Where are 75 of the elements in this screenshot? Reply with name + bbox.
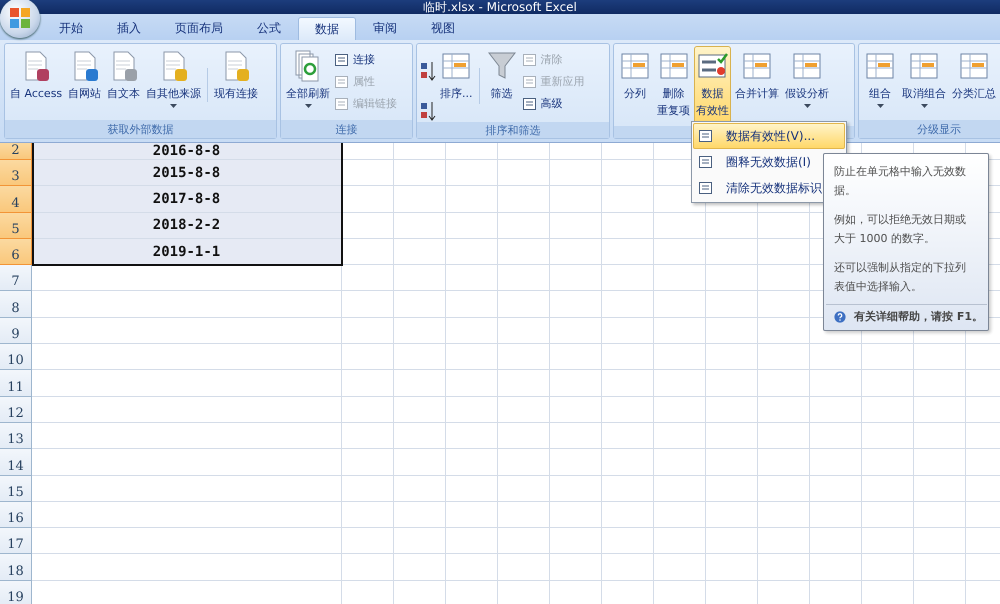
small-sheet-icon xyxy=(334,74,350,90)
row-header[interactable]: 7 xyxy=(0,265,32,292)
ribbon-button[interactable]: 自文本 xyxy=(105,46,142,120)
ribbon-button[interactable]: 假设分析 xyxy=(783,46,831,126)
caret-icon xyxy=(304,104,312,108)
row-header[interactable]: 9 xyxy=(0,318,32,344)
ribbon-tab[interactable]: 视图 xyxy=(414,16,472,40)
ribbon-tab[interactable]: 审阅 xyxy=(356,16,414,40)
row-header[interactable]: 5 xyxy=(0,212,32,239)
tooltip-text: 还可以强制从指定的下拉列表值中选择输入。 xyxy=(834,260,967,295)
table-cell: 2018-2-2 xyxy=(32,212,342,239)
row-header[interactable]: 2 xyxy=(0,143,32,160)
row-header[interactable]: 14 xyxy=(0,449,32,476)
small-sheet-icon xyxy=(522,96,538,112)
small-sheet-icon xyxy=(334,96,350,112)
row-header[interactable]: 15 xyxy=(0,476,32,502)
table-cell: 2019-1-1 xyxy=(32,238,342,266)
ribbon-button[interactable]: 删除 重复项 xyxy=(655,46,692,126)
ribbon-button[interactable]: 取消组合 xyxy=(900,46,948,120)
row-header[interactable]: 19 xyxy=(0,580,32,604)
row-header[interactable]: 6 xyxy=(0,238,32,266)
window-title: 临时.xlsx - Microsoft Excel xyxy=(423,0,577,14)
row-header[interactable]: 10 xyxy=(0,344,32,370)
sheet-icon xyxy=(698,154,714,170)
group-label: 获取外部数据 xyxy=(5,120,276,138)
ribbon-button[interactable]: 自网站 xyxy=(66,46,104,120)
ribbon-button[interactable]: 合并计算 xyxy=(733,46,781,126)
ribbon-small-button[interactable]: 连接 xyxy=(334,50,397,69)
caret-icon xyxy=(170,104,178,108)
group-label: 连接 xyxy=(281,120,412,138)
menu-item[interactable]: 数据有效性(V)... xyxy=(693,123,845,149)
sort-icon[interactable] xyxy=(420,60,436,82)
caret-icon xyxy=(804,104,810,108)
row-header[interactable]: 13 xyxy=(0,422,32,450)
ribbon-button[interactable]: 现有连接 xyxy=(212,46,260,120)
ribbon-tab[interactable]: 公式 xyxy=(240,16,298,40)
small-sheet-icon xyxy=(522,74,538,90)
small-sheet-icon xyxy=(334,52,350,68)
caret-icon xyxy=(920,104,928,108)
ribbon-button[interactable]: 组合 xyxy=(862,46,898,120)
table-cell: 2015-8-8 xyxy=(32,160,342,186)
row-header[interactable]: 16 xyxy=(0,502,32,528)
row-header[interactable]: 3 xyxy=(0,160,32,186)
row-header[interactable]: 11 xyxy=(0,370,32,397)
ribbon-button[interactable]: 全部刷新 xyxy=(284,46,332,120)
row-header[interactable]: 8 xyxy=(0,291,32,318)
ribbon-button[interactable]: 自其他来源 xyxy=(144,46,204,120)
help-icon xyxy=(834,310,846,324)
row-header[interactable]: 4 xyxy=(0,186,32,213)
sheet-icon xyxy=(698,128,714,144)
ribbon-tab[interactable]: 开始 xyxy=(42,16,100,40)
sheet-icon xyxy=(698,180,714,196)
ribbon-button[interactable]: 分类汇总 xyxy=(950,46,998,120)
ribbon-button[interactable]: 筛选 xyxy=(484,46,520,122)
row-header[interactable]: 17 xyxy=(0,528,32,554)
small-sheet-icon xyxy=(522,52,538,68)
ribbon-small-button[interactable]: 高级 xyxy=(522,94,584,113)
ribbon-button[interactable]: 自 Access xyxy=(8,46,64,120)
row-header[interactable]: 18 xyxy=(0,554,32,581)
tooltip-text: 防止在单元格中输入无效数据。 xyxy=(834,164,967,199)
sort-icon[interactable] xyxy=(420,100,436,122)
row-header[interactable]: 12 xyxy=(0,396,32,423)
tooltip-text: 例如，可以拒绝无效日期或大于 1000 的数字。 xyxy=(834,212,967,247)
table-cell: 2016-8-8 xyxy=(32,143,342,160)
table-cell: 2017-8-8 xyxy=(32,186,342,213)
ribbon-tab[interactable]: 页面布局 xyxy=(158,16,240,40)
group-label: 分级显示 xyxy=(859,120,1000,138)
office-logo-icon xyxy=(9,7,31,29)
help-hint: 有关详细帮助，请按 F1。 xyxy=(854,309,983,324)
ribbon-tab[interactable]: 插入 xyxy=(100,16,158,40)
caret-icon xyxy=(876,104,884,108)
ribbon-button[interactable]: 排序... xyxy=(438,46,474,122)
ribbon-tab[interactable]: 数据 xyxy=(298,17,356,40)
group-label: 排序和筛选 xyxy=(417,122,609,138)
ribbon-button[interactable]: 分列 xyxy=(617,46,653,126)
